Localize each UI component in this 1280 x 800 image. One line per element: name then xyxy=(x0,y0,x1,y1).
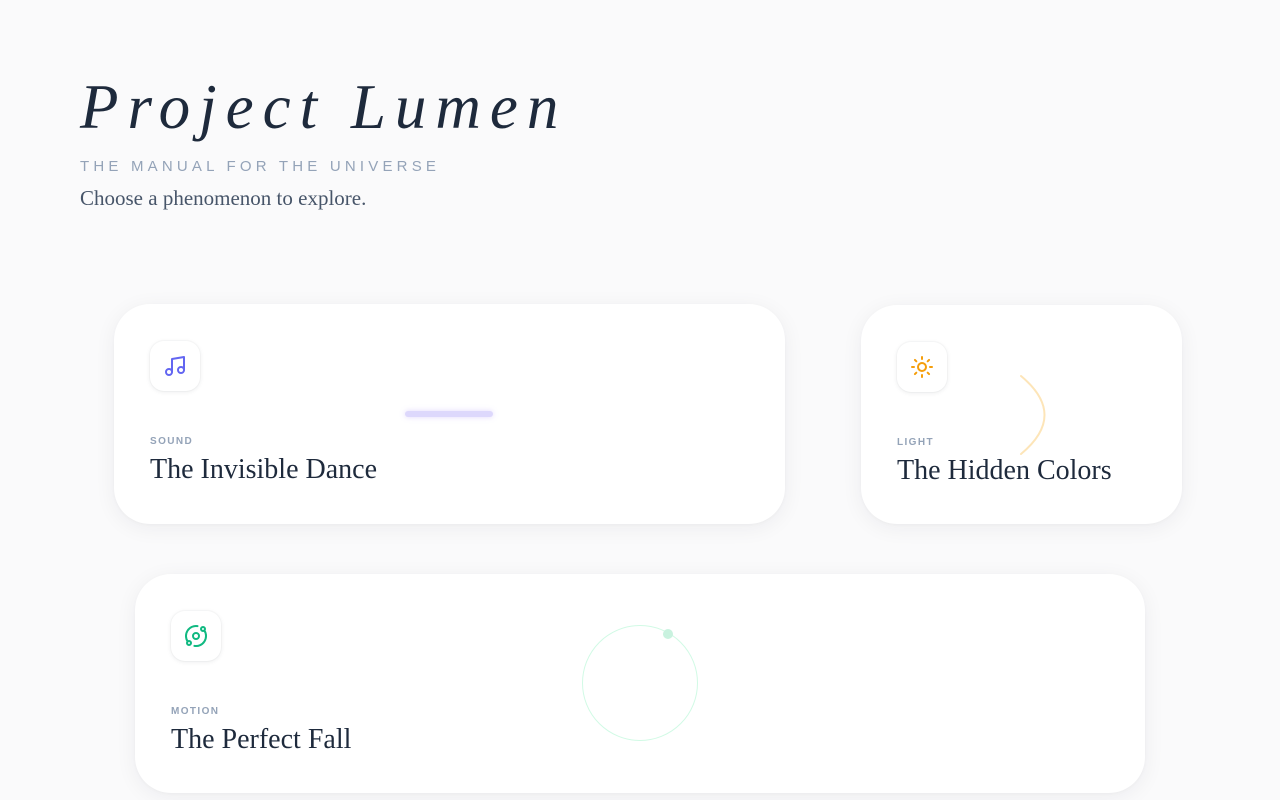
page-title: Project Lumen xyxy=(80,72,568,142)
card-title: The Hidden Colors xyxy=(897,455,1112,486)
light-icon-tile xyxy=(897,342,947,392)
card-title: The Invisible Dance xyxy=(150,454,378,485)
music-note-icon xyxy=(165,356,185,376)
orbit-icon xyxy=(185,625,207,647)
page-prompt: Choose a phenomenon to explore. xyxy=(80,186,367,210)
page-header: Project Lumen THE MANUAL FOR THE UNIVERS… xyxy=(80,76,567,211)
motion-orbit-decoration xyxy=(582,625,698,741)
card-light[interactable]: LIGHT The Hidden Colors xyxy=(861,305,1182,524)
card-title: The Perfect Fall xyxy=(171,724,352,755)
page-subtitle: THE MANUAL FOR THE UNIVERSE xyxy=(80,158,441,175)
card-category: MOTION xyxy=(171,706,220,717)
sun-icon xyxy=(911,356,933,378)
card-motion[interactable]: MOTION The Perfect Fall xyxy=(135,574,1145,793)
sound-icon-tile xyxy=(150,341,200,391)
sound-wave-decoration xyxy=(405,411,493,417)
card-category: SOUND xyxy=(150,436,194,447)
light-arc-decoration xyxy=(1020,375,1046,455)
card-sound[interactable]: SOUND The Invisible Dance xyxy=(114,304,785,524)
motion-icon-tile xyxy=(171,611,221,661)
card-category: LIGHT xyxy=(897,437,934,448)
